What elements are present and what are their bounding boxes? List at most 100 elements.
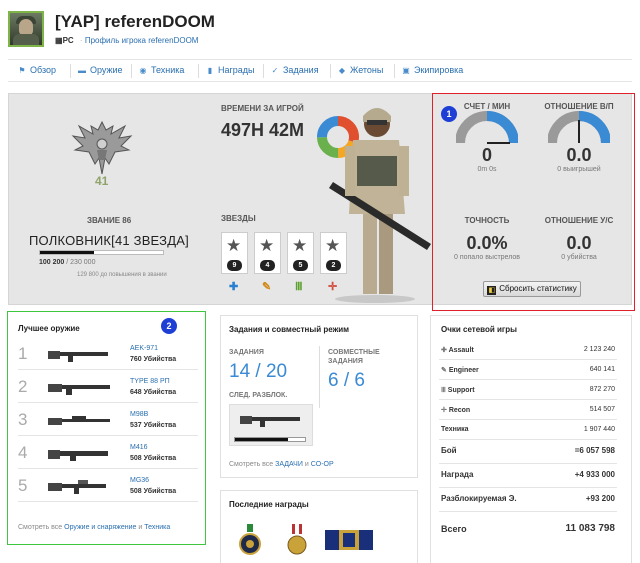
weapons-link[interactable]: Оружие и снаряжение: [64, 524, 136, 531]
assignments-label: ЗАДАНИЯ: [229, 349, 264, 356]
score-row-support: Ⅲ Support 872 270: [439, 380, 617, 400]
awards-title: Последние награды: [229, 500, 309, 509]
weapon-row[interactable]: 5 MG36 508 Убийства: [18, 474, 198, 502]
stat-label: ТОЧНОСТЬ: [464, 216, 510, 225]
unlock-progress-bar: [234, 437, 306, 442]
weapon-name[interactable]: TYPE 88 РП: [130, 378, 170, 385]
ribbon-icon[interactable]: [325, 530, 373, 550]
stat-label: СЧЕТ / МИН: [463, 102, 511, 111]
assignments-card: Задания и совместный режим ЗАДАНИЯ 14 / …: [220, 315, 418, 478]
rifle-icon: [48, 480, 106, 494]
weapon-row[interactable]: 4 M416 508 Убийства: [18, 441, 198, 469]
best-weapons-panel: Лучшее оружие 2 1 AEK-971 760 Убийства 2…: [7, 311, 206, 545]
xp-note: 129 800 до повышения в звании: [77, 272, 167, 278]
platform-label: ▦PC: [55, 36, 74, 45]
xp-text: 100 200 / 230 000: [39, 259, 95, 266]
weapon-name[interactable]: M98B: [130, 411, 148, 418]
avatar[interactable]: [8, 11, 44, 47]
profile-link[interactable]: Профиль игрока referenDOOM: [85, 36, 199, 45]
star-count: 5: [293, 260, 308, 271]
service-star-card: ★ 5: [287, 232, 314, 274]
rank-number: 41: [95, 174, 109, 188]
tab-vehicles[interactable]: ◉ Техника: [139, 65, 185, 75]
dot-separator: ·: [79, 36, 83, 45]
vehicles-link[interactable]: Техника: [144, 524, 170, 531]
stars-label: ЗВЕЗДЫ: [221, 214, 256, 223]
next-unlock-label: СЛЕД. РАЗБЛОК.: [229, 392, 288, 399]
footer-text: Смотреть все: [229, 461, 274, 468]
score-value: 872 270: [589, 386, 615, 393]
tab-label: Задания: [283, 65, 319, 75]
divider: [330, 64, 331, 78]
star-count: 2: [326, 260, 341, 271]
platform-line: ▦PC · Профиль игрока referenDOOM: [55, 36, 198, 45]
score-row-assault: ✚ Assault 2 123 240: [439, 340, 617, 360]
ammo-icon: Ⅲ: [295, 281, 303, 293]
score-row-combat: Бой =6 057 598: [439, 440, 617, 464]
tasks-link[interactable]: ЗАДАЧИ: [275, 461, 303, 468]
stat-sub: 0 выигрышей: [557, 166, 601, 173]
score-row-total: Всего 11 083 798: [439, 516, 617, 542]
dogtag-icon: ◆: [338, 66, 346, 75]
tab-label: Обзор: [30, 65, 56, 75]
weapon-kills: 508 Убийства: [130, 488, 177, 495]
medal-icon[interactable]: [285, 524, 309, 556]
annotation-badge-2: 2: [161, 318, 177, 334]
star-icon: ★: [325, 236, 341, 255]
reset-stats-button[interactable]: ◧ Сбросить статистику: [483, 281, 581, 297]
divider: [131, 64, 132, 78]
star-count: 9: [227, 260, 242, 271]
divider: [319, 346, 320, 408]
profile-tabs: ⚑ Обзор ▬ Оружие ◉ Техника ▮ Награды ✓ Задани…: [8, 59, 632, 82]
score-label: Recon: [448, 407, 471, 414]
rifle-icon: [48, 384, 110, 395]
medal-icon[interactable]: [238, 524, 262, 556]
score-label: Всего: [441, 524, 467, 534]
weapon-row[interactable]: 1 AEK-971 760 Убийства: [18, 342, 198, 370]
star-icon: ★: [259, 236, 275, 255]
footer-text: и: [138, 524, 143, 531]
coop-link[interactable]: CO-OP: [311, 461, 334, 468]
weapon-row[interactable]: 2 TYPE 88 РП 648 Убийства: [18, 375, 198, 403]
xp-total: / 230 000: [66, 259, 96, 266]
score-title: Очки сетевой игры: [441, 325, 517, 334]
stat-label: ОТНОШЕНИЕ В/П: [544, 102, 614, 111]
stat-label: ОТНОШЕНИЕ У/С: [544, 216, 614, 225]
weapon-name[interactable]: AEK-971: [130, 345, 158, 352]
rifle-icon: [48, 416, 110, 425]
score-value: 640 141: [589, 366, 615, 373]
reset-label: Сбросить статистику: [499, 284, 577, 293]
tab-assignments[interactable]: ✓ Задания: [271, 65, 319, 75]
coop-label-line: ЗАДАНИЯ: [328, 358, 363, 365]
star-icon: ★: [226, 236, 242, 255]
divider: [394, 64, 395, 78]
service-star-card: ★ 2: [320, 232, 347, 274]
tab-equipment[interactable]: ▣ Экипировка: [402, 65, 463, 75]
weapon-rank: 1: [18, 344, 28, 363]
rank-label: ЗВАНИЕ 86: [87, 216, 132, 225]
stat-value: 0.0: [566, 145, 592, 165]
divider: [198, 64, 199, 78]
score-row-vehicles: Техника 1 907 440: [439, 420, 617, 440]
check-icon: ✓: [271, 66, 279, 75]
tab-awards[interactable]: ▮ Награды: [206, 65, 255, 75]
weapon-name[interactable]: MG36: [130, 477, 149, 484]
next-unlock-image[interactable]: [229, 404, 313, 446]
stat-sub: 0m 0s: [477, 166, 497, 173]
tab-weapons[interactable]: ▬ Оружие: [78, 65, 123, 75]
assault-icon: ✚: [441, 347, 449, 354]
score-value: 1 907 440: [583, 426, 615, 433]
weapon-kills: 508 Убийства: [130, 455, 177, 462]
tab-label: Экипировка: [414, 65, 464, 75]
tab-overview[interactable]: ⚑ Обзор: [18, 65, 56, 75]
rank-progress-bar: [39, 250, 164, 255]
weapon-name[interactable]: M416: [130, 444, 148, 451]
coop-label: СОВМЕСТНЫЕ ЗАДАНИЯ: [328, 348, 380, 366]
stat-sub: 0 попало выстрелов: [454, 254, 520, 261]
tab-dogtags[interactable]: ◆ Жетоны: [338, 65, 383, 75]
weapon-row[interactable]: 3 M98B 537 Убийства: [18, 408, 198, 436]
score-value: +93 200: [585, 494, 615, 503]
tab-label: Награды: [218, 65, 255, 75]
stat-sub: 0 убийства: [561, 254, 597, 261]
score-label: Техника: [441, 426, 469, 433]
